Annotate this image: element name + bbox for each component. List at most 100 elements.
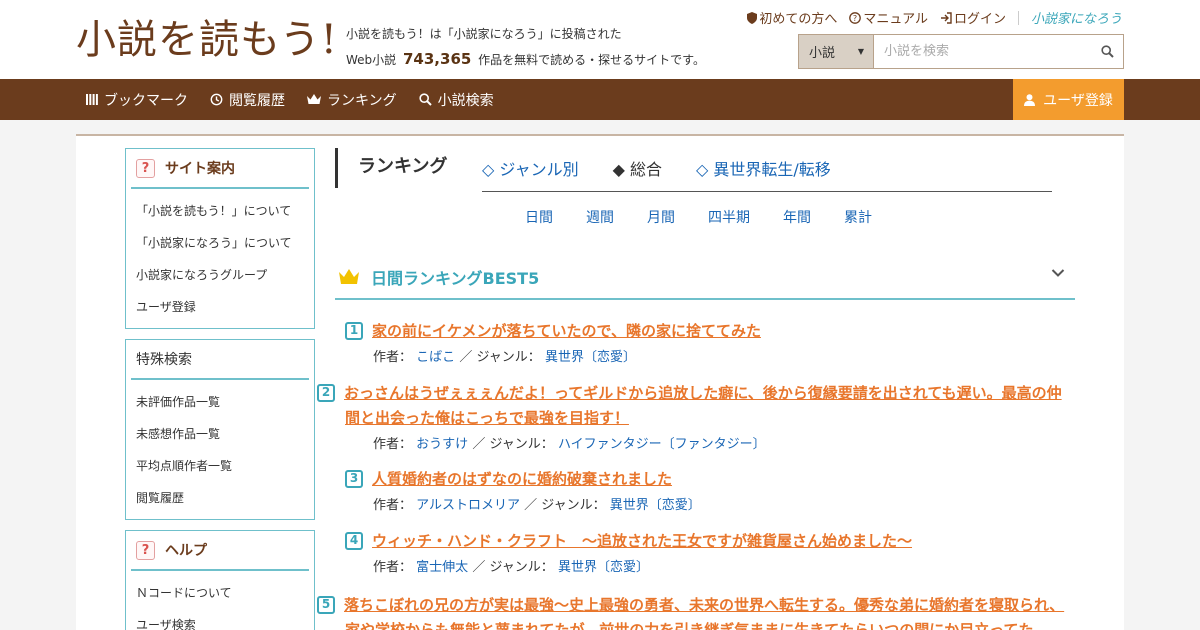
- genre-label: ／ ジャンル：: [472, 560, 554, 575]
- ranking-tabs: ◇ ジャンル別 ◆ 総合 ◇ 異世界転生/転移: [482, 156, 831, 180]
- special-search-title: 特殊検索: [136, 352, 192, 368]
- caret-down-icon: ▼: [857, 47, 864, 56]
- author-link[interactable]: おうすけ: [416, 437, 468, 452]
- period-total[interactable]: 累計: [844, 207, 872, 227]
- tab-underline: [482, 191, 1052, 192]
- special-search-header: 特殊検索: [131, 340, 309, 380]
- user-icon: [1024, 93, 1036, 106]
- sidebar-item-user-search[interactable]: ユーザ検索: [126, 609, 314, 630]
- site-logo[interactable]: 小説を読もう!: [76, 14, 338, 66]
- period-weekly[interactable]: 週間: [586, 207, 614, 227]
- search-input[interactable]: [874, 35, 1091, 68]
- genre-link[interactable]: 異世界〔恋愛〕: [545, 350, 636, 365]
- chevron-down-icon[interactable]: [1051, 268, 1065, 278]
- first-time-link[interactable]: 初めての方へ: [747, 8, 837, 27]
- top-links: 初めての方へ ? マニュアル ログイン 小説家になろう: [747, 8, 1122, 27]
- tab-overall[interactable]: ◆ 総合: [613, 156, 662, 180]
- nav-bookmark[interactable]: ブックマーク: [86, 90, 188, 110]
- author-label: 作者：: [373, 437, 413, 452]
- sidebar-item-unrated[interactable]: 未評価作品一覧: [126, 386, 314, 418]
- rank-badge: 3: [345, 469, 363, 488]
- nav-history[interactable]: 閲覧履歴: [210, 90, 285, 110]
- special-search-list: 未評価作品一覧 未感想作品一覧 平均点順作者一覧 閲覧履歴: [126, 380, 314, 516]
- crown-icon: [307, 94, 321, 104]
- login-link[interactable]: ログイン: [940, 8, 1006, 27]
- entry-title: ウィッチ・ハンド・クラフト ～追放された王女ですが雑貨屋さん始めました～: [372, 532, 913, 550]
- tab-genre[interactable]: ◇ ジャンル別: [482, 156, 579, 180]
- period-tabs: 日間 週間 月間 四半期 年間 累計: [525, 207, 872, 227]
- sidebar-help: ? ヘルプ Ｎコードについて ユーザ検索: [125, 530, 315, 630]
- site-header: 小説を読もう! 小説を読もう！は「小説家になろう」に投稿された Web小説 74…: [0, 0, 1200, 79]
- tagline-suffix: 作品を無料で読める・探せるサイトです。: [478, 53, 705, 67]
- first-time-label: 初めての方へ: [759, 12, 838, 27]
- genre-link[interactable]: 異世界〔恋愛〕: [558, 560, 649, 575]
- ranking-entry: 1 家の前にイケメンが落ちていたので、隣の家に捨ててみた 作者： こばこ ／ ジャ…: [345, 319, 1075, 365]
- novel-count: 743,365: [403, 50, 472, 68]
- nav-history-label: 閲覧履歴: [229, 92, 285, 109]
- author-link[interactable]: アルストロメリア: [416, 498, 520, 513]
- period-quarterly[interactable]: 四半期: [708, 207, 750, 227]
- nav-search[interactable]: 小説検索: [418, 90, 494, 110]
- period-yearly[interactable]: 年間: [783, 207, 811, 227]
- user-register-label: ユーザ登録: [1043, 92, 1113, 109]
- ranking-entry: 4 ウィッチ・ハンド・クラフト ～追放された王女ですが雑貨屋さん始めました～ 作者…: [345, 529, 1075, 575]
- site-tagline: 小説を読もう！は「小説家になろう」に投稿された Web小説 743,365 作品…: [346, 22, 705, 73]
- site-guide-header: ? サイト案内: [131, 149, 309, 189]
- rank-badge: 4: [345, 531, 363, 550]
- nav-search-label: 小説検索: [437, 92, 494, 109]
- sidebar-item-narou-group[interactable]: 小説家になろうグループ: [126, 259, 314, 291]
- genre-link[interactable]: 異世界〔恋愛〕: [610, 498, 701, 513]
- nav-items: ブックマーク 閲覧履歴 ランキング 小説検索: [86, 79, 494, 120]
- entry-title-link[interactable]: 5 落ちこぼれの兄の方が実は最強〜史上最強の勇者、未来の世界へ転生する。優秀な弟に…: [317, 593, 1075, 630]
- nav-ranking[interactable]: ランキング: [307, 90, 397, 110]
- sidebar-item-about-yomou[interactable]: 「小説を読もう！」について: [126, 195, 314, 227]
- sidebar-item-avg-author[interactable]: 平均点順作者一覧: [126, 450, 314, 482]
- sidebar-item-ncode[interactable]: Ｎコードについて: [126, 577, 314, 609]
- narou-logo[interactable]: 小説家になろう: [1031, 8, 1122, 27]
- author-link[interactable]: 富士伸太: [416, 560, 468, 575]
- history-icon: [210, 93, 223, 106]
- rank-badge: 1: [345, 321, 363, 340]
- ranking-title: ランキング: [335, 148, 447, 188]
- entry-title-link[interactable]: 3 人質婚約者のはずなのに婚約破棄されました: [345, 467, 1075, 492]
- sidebar-item-history[interactable]: 閲覧履歴: [126, 482, 314, 514]
- genre-link[interactable]: ハイファンタジー〔ファンタジー〕: [558, 437, 766, 452]
- period-daily[interactable]: 日間: [525, 207, 553, 227]
- tagline-line1: 小説を読もう！は「小説家になろう」に投稿された: [346, 27, 622, 41]
- tagline-prefix: Web小説: [346, 53, 397, 67]
- author-label: 作者：: [373, 560, 413, 575]
- search-button[interactable]: [1091, 35, 1123, 68]
- sidebar-item-no-review[interactable]: 未感想作品一覧: [126, 418, 314, 450]
- sidebar-item-user-register[interactable]: ユーザ登録: [126, 291, 314, 323]
- search-icon: [1100, 45, 1114, 58]
- user-register-button[interactable]: ユーザ登録: [1013, 79, 1124, 120]
- entry-title: 家の前にイケメンが落ちていたので、隣の家に捨ててみた: [372, 322, 761, 340]
- entry-title: 人質婚約者のはずなのに婚約破棄されました: [372, 470, 673, 488]
- period-monthly[interactable]: 月間: [647, 207, 675, 227]
- author-link[interactable]: こばこ: [416, 350, 455, 365]
- entry-title: 落ちこぼれの兄の方が実は最強〜史上最強の勇者、未来の世界へ転生する。優秀な弟に婚…: [344, 596, 1065, 630]
- help-header: ? ヘルプ: [131, 531, 309, 571]
- entry-title-link[interactable]: 4 ウィッチ・ハンド・クラフト ～追放された王女ですが雑貨屋さん始めました～: [345, 529, 1075, 554]
- rank-badge: 2: [317, 383, 335, 402]
- genre-label: ／ ジャンル：: [459, 350, 541, 365]
- search-type-select[interactable]: 小説 ▼: [799, 35, 874, 68]
- sidebar-item-about-narou[interactable]: 「小説家になろう」について: [126, 227, 314, 259]
- question-icon: ?: [136, 158, 155, 178]
- entry-title-link[interactable]: 2 おっさんはうぜぇぇぇんだよ！ってギルドから追放した癖に、後から復縁要請を出され…: [317, 381, 1075, 431]
- question-icon: ?: [136, 540, 155, 560]
- bookmark-icon: [86, 94, 98, 105]
- best5-header[interactable]: 日間ランキングBEST5: [335, 256, 1075, 300]
- help-list: Ｎコードについて ユーザ検索: [126, 571, 314, 630]
- tagline-line2: Web小説 743,365 作品を無料で読める・探せるサイトです。: [346, 47, 705, 73]
- help-title: ヘルプ: [165, 543, 207, 559]
- entry-title-link[interactable]: 1 家の前にイケメンが落ちていたので、隣の家に捨ててみた: [345, 319, 1075, 344]
- manual-link[interactable]: ? マニュアル: [849, 8, 928, 27]
- content-panel: ? サイト案内 「小説を読もう！」について 「小説家になろう」について 小説家に…: [76, 134, 1124, 630]
- entry-title: おっさんはうぜぇぇぇんだよ！ってギルドから追放した癖に、後から復縁要請を出されて…: [344, 384, 1062, 427]
- tab-isekai[interactable]: ◇ 異世界転生/転移: [696, 156, 831, 180]
- entry-meta: 作者： こばこ ／ ジャンル： 異世界〔恋愛〕: [345, 346, 1075, 365]
- nav-bookmark-label: ブックマーク: [104, 92, 188, 109]
- svg-text:?: ?: [853, 14, 857, 23]
- genre-label: ／ ジャンル：: [524, 498, 606, 513]
